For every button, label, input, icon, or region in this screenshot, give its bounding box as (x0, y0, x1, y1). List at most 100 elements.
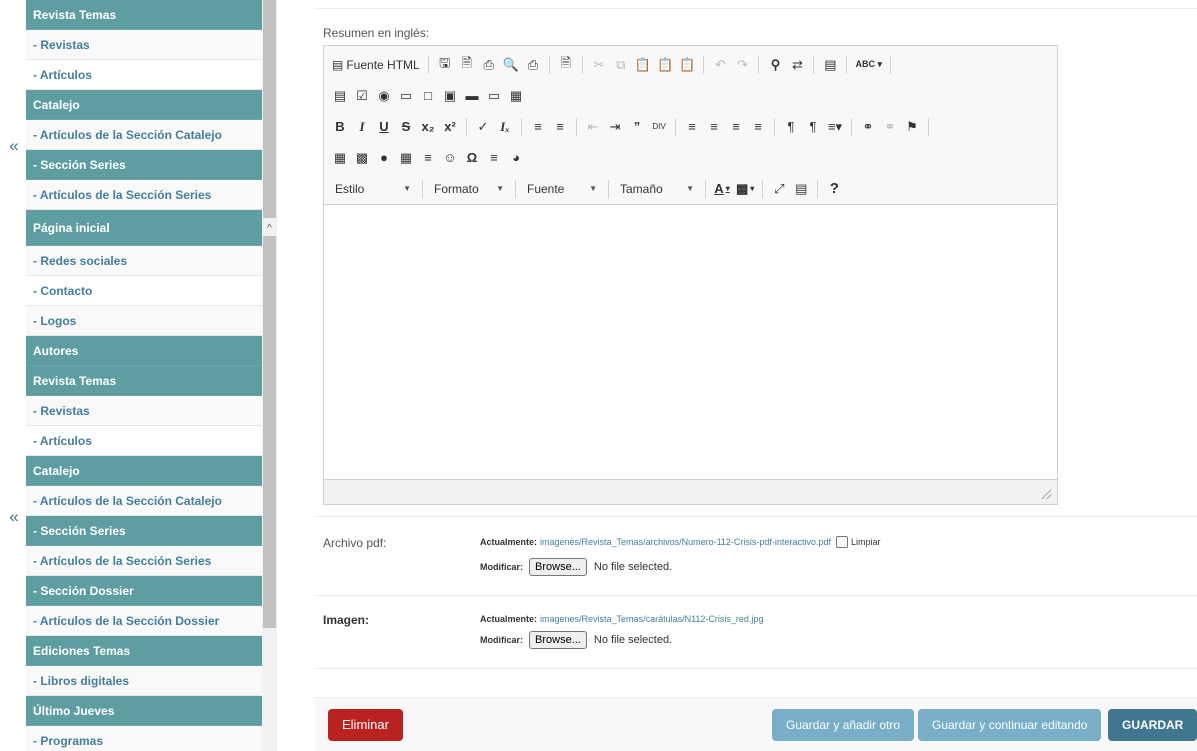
flash-icon[interactable]: ▩ (352, 147, 372, 169)
checkbox-icon[interactable]: ☑ (352, 85, 372, 107)
new-page-icon[interactable]: 🗎 (457, 54, 477, 76)
iframe-icon[interactable]: ● (374, 147, 394, 169)
font-combo[interactable]: Fuente ▼ (522, 178, 602, 200)
paste-word-icon[interactable]: 📋 (677, 54, 697, 76)
show-blocks-icon[interactable]: ▤ (791, 178, 811, 200)
table-icon[interactable]: ▦ (396, 147, 416, 169)
special-char-icon[interactable]: Ω (462, 147, 482, 169)
delete-button[interactable]: Eliminar (328, 709, 403, 741)
anchor-flag-icon[interactable]: ⚑ (902, 116, 922, 138)
blockquote-icon[interactable]: ” (627, 116, 647, 138)
style-combo[interactable]: Estilo ▼ (330, 178, 416, 200)
smiley-icon[interactable]: ☺ (440, 147, 460, 169)
maximize-icon[interactable]: ⤢ (769, 178, 789, 200)
sidebar-item[interactable]: - Revistas (26, 396, 262, 426)
pdf-browse-button[interactable]: Browse... (529, 558, 587, 576)
copy-icon[interactable]: ⧉ (611, 54, 631, 76)
background-color-icon[interactable]: ▩ ▾ (734, 178, 756, 200)
clear-checkbox[interactable] (835, 536, 848, 548)
sidebar-section-header[interactable]: Catalejo (26, 90, 262, 120)
justify-icon[interactable]: ≡ (748, 116, 768, 138)
image-icon[interactable]: ▦ (330, 147, 350, 169)
sidebar-item[interactable]: - Programas (26, 726, 262, 751)
paste-text-icon[interactable]: 📋 (655, 54, 675, 76)
paste-icon[interactable]: 📋 (633, 54, 653, 76)
italic-icon[interactable]: I (352, 116, 372, 138)
editor-content-area[interactable] (324, 205, 1057, 479)
sidebar-section-header[interactable]: Revista Temas (26, 0, 262, 30)
sidebar-item[interactable]: - Logos (26, 306, 262, 336)
sidebar-item[interactable]: - Artículos de la Sección Catalejo (26, 120, 262, 150)
collapse-sidebar-icon[interactable]: « (4, 507, 24, 527)
sidebar-section-header[interactable]: Autores (26, 336, 262, 366)
link-icon[interactable]: ⚭ (858, 116, 878, 138)
image-button-icon[interactable]: ▭ (484, 85, 504, 107)
language-icon[interactable]: ≡▾ (825, 116, 845, 138)
sidebar-item[interactable]: - Artículos de la Sección Catalejo (26, 486, 262, 516)
save-icon[interactable]: 🖫 (435, 54, 455, 76)
spellcheck-icon[interactable]: ABC ▾ (853, 54, 884, 76)
format-combo[interactable]: Formato ▼ (429, 178, 509, 200)
imagen-browse-button[interactable]: Browse... (529, 631, 587, 649)
select-field-icon[interactable]: ▣ (440, 85, 460, 107)
sidebar-item[interactable]: - Sección Series (26, 516, 262, 546)
scroll-up-icon[interactable]: ^ (262, 222, 277, 236)
form-icon[interactable]: ▤ (330, 85, 350, 107)
sidebar-item[interactable]: - Sección Series (26, 150, 262, 180)
superscript-icon[interactable]: x² (440, 116, 460, 138)
sidebar-item[interactable]: - Contacto (26, 276, 262, 306)
preview-icon[interactable]: 🔍 (501, 54, 521, 76)
sidebar-item[interactable]: - Libros digitales (26, 666, 262, 696)
find-icon[interactable]: ⚲ (765, 54, 785, 76)
sidebar-item[interactable]: - Redes sociales (26, 246, 262, 276)
text-color-icon[interactable]: A ▾ (712, 178, 732, 200)
div-container-icon[interactable]: DIV (649, 116, 669, 138)
rtl-icon[interactable]: ¶ (803, 116, 823, 138)
align-left-icon[interactable]: ≡ (682, 116, 702, 138)
sidebar-section-header[interactable]: Catalejo (26, 456, 262, 486)
align-right-icon[interactable]: ≡ (726, 116, 746, 138)
outdent-icon[interactable]: ⇤ (583, 116, 603, 138)
print-icon[interactable]: ⎙ (523, 54, 543, 76)
redo-icon[interactable]: ↷ (732, 54, 752, 76)
subscript-icon[interactable]: x₂ (418, 116, 438, 138)
numbered-list-icon[interactable]: ≡ (528, 116, 548, 138)
collapse-sidebar-icon[interactable]: « (4, 136, 24, 156)
horizontal-line-icon[interactable]: ≡ (418, 147, 438, 169)
undo-icon[interactable]: ↶ (710, 54, 730, 76)
textarea-icon[interactable]: □ (418, 85, 438, 107)
resize-grip-icon[interactable] (1041, 489, 1051, 499)
save-and-add-button[interactable]: Guardar y añadir otro (772, 709, 915, 741)
radio-icon[interactable]: ◉ (374, 85, 394, 107)
source-html-button[interactable]: ▤ Fuente HTML (330, 54, 422, 76)
select-all-icon[interactable]: ▤ (820, 54, 840, 76)
sidebar-item[interactable]: - Artículos de la Sección Series (26, 180, 262, 210)
sidebar-item[interactable]: - Sección Dossier (26, 576, 262, 606)
replace-icon[interactable]: ⇄ (787, 54, 807, 76)
help-icon[interactable]: ? (824, 178, 844, 200)
export-pdf-icon[interactable]: ⎙ (479, 54, 499, 76)
sidebar-scrollbar-thumb[interactable] (263, 236, 276, 628)
save-and-continue-button[interactable]: Guardar y continuar editando (918, 709, 1102, 741)
ltr-icon[interactable]: ¶ (781, 116, 801, 138)
save-button[interactable]: GUARDAR (1108, 709, 1197, 741)
copy-format-icon[interactable]: ✓ (473, 116, 493, 138)
sidebar-section-header[interactable]: Página inicial (26, 210, 262, 246)
bulleted-list-icon[interactable]: ≡ (550, 116, 570, 138)
sidebar-section-header[interactable]: Revista Temas (26, 366, 262, 396)
bold-icon[interactable]: B (330, 116, 350, 138)
button-widget-icon[interactable]: ▬ (462, 85, 482, 107)
hidden-field-icon[interactable]: ▦ (506, 85, 526, 107)
sidebar-item[interactable]: - Artículos de la Sección Series (26, 546, 262, 576)
templates-icon[interactable]: 🗎 (556, 54, 576, 76)
sidebar-section-header[interactable]: Ediciones Temas (26, 636, 262, 666)
sidebar-item[interactable]: - Artículos (26, 426, 262, 456)
sidebar-item[interactable]: - Artículos de la Sección Dossier (26, 606, 262, 636)
sidebar-item[interactable]: - Artículos (26, 60, 262, 90)
textfield-icon[interactable]: ▭ (396, 85, 416, 107)
remove-format-icon[interactable]: Iₓ (495, 116, 515, 138)
pdf-current-link[interactable]: imagenes/Revista_Temas/archivos/Numero-1… (540, 537, 831, 547)
page-break-icon[interactable]: ≡ (484, 147, 504, 169)
imagen-current-link[interactable]: imagenes/Revista_Temas/carátulas/N112-Cr… (540, 614, 763, 624)
unlink-icon[interactable]: ⚭ (880, 116, 900, 138)
